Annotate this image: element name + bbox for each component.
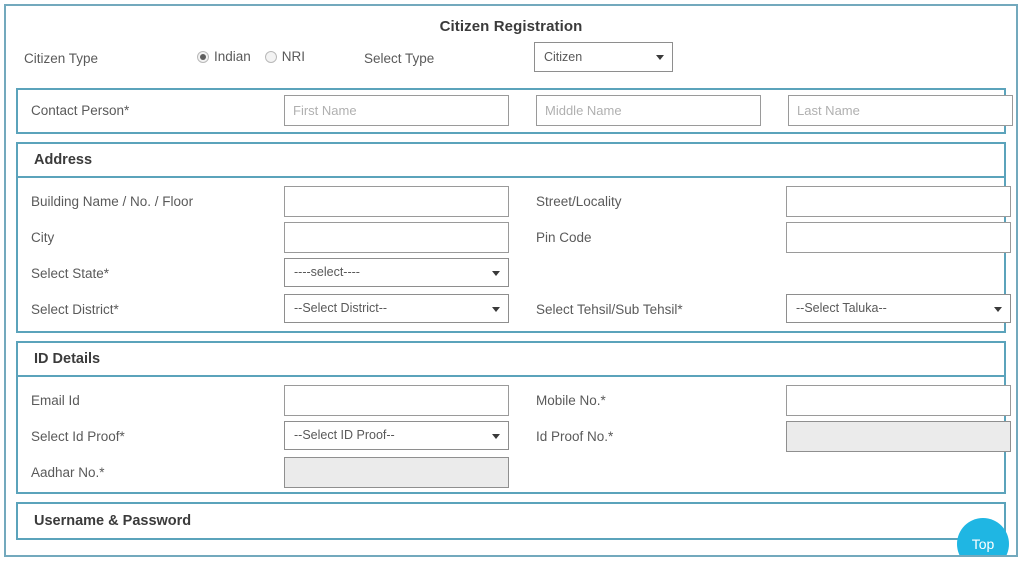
select-district-label: Select District*: [31, 302, 119, 317]
id-row-email: Email Id Mobile No.*: [18, 383, 1011, 419]
address-panel: Address Building Name / No. / Floor Stre…: [16, 142, 1011, 333]
mobile-no-input[interactable]: [786, 385, 1011, 416]
registration-form-container: Citizen Registration Citizen Type Indian…: [4, 4, 1018, 557]
radio-nri-label: NRI: [281, 49, 306, 64]
radio-option-indian[interactable]: Indian: [197, 49, 251, 64]
address-row-state: Select State* ----select----: [18, 256, 1004, 292]
select-type-label: Select Type: [364, 51, 435, 66]
id-details-panel-heading: ID Details: [18, 343, 1004, 377]
aadhar-no-label: Aadhar No.*: [31, 465, 105, 480]
contact-person-label: Contact Person*: [31, 103, 130, 118]
middle-name-input[interactable]: [536, 95, 761, 126]
select-state-dropdown[interactable]: ----select----: [284, 258, 509, 287]
select-state-label: Select State*: [31, 266, 110, 281]
contact-person-panel: Contact Person*: [16, 88, 1013, 134]
email-id-input[interactable]: [284, 385, 509, 416]
citizen-type-radio-group: Indian NRI: [197, 49, 305, 64]
select-id-proof-dropdown[interactable]: --Select ID Proof--: [284, 421, 509, 450]
address-row-city: City Pin Code: [18, 220, 1011, 256]
select-type-dropdown[interactable]: Citizen: [534, 42, 673, 72]
chevron-down-icon: [492, 433, 500, 439]
citizen-type-label: Citizen Type: [24, 51, 99, 66]
id-proof-no-input[interactable]: [786, 421, 1011, 452]
pin-code-label: Pin Code: [536, 230, 592, 245]
address-row-district: Select District* --Select District-- Sel…: [18, 292, 1011, 328]
contact-person-body: Contact Person*: [18, 90, 1013, 132]
select-tehsil-label: Select Tehsil/Sub Tehsil*: [536, 302, 683, 317]
select-state-value: ----select----: [294, 265, 360, 279]
street-locality-label: Street/Locality: [536, 194, 622, 209]
address-panel-heading: Address: [18, 144, 1004, 178]
chevron-down-icon: [656, 55, 664, 60]
citizen-type-row: Citizen Type Indian NRI Select Type Citi…: [6, 40, 1016, 88]
address-panel-body: Building Name / No. / Floor Street/Local…: [18, 178, 1011, 331]
building-name-label: Building Name / No. / Floor: [31, 194, 194, 209]
city-label: City: [31, 230, 55, 245]
id-row-aadhar: Aadhar No.*: [18, 455, 1004, 491]
id-row-proof: Select Id Proof* --Select ID Proof-- Id …: [18, 419, 1011, 455]
chevron-down-icon: [492, 270, 500, 276]
city-input[interactable]: [284, 222, 509, 253]
username-password-panel-heading: Username & Password: [34, 513, 192, 529]
pin-code-input[interactable]: [786, 222, 1011, 253]
chevron-down-icon: [492, 306, 500, 312]
select-district-value: --Select District--: [294, 301, 388, 315]
email-id-label: Email Id: [31, 393, 80, 408]
id-details-panel: ID Details Email Id Mobile No.* Select I…: [16, 341, 1011, 494]
radio-indian-icon[interactable]: [197, 50, 209, 63]
address-row-building: Building Name / No. / Floor Street/Local…: [18, 184, 1011, 220]
id-proof-no-label: Id Proof No.*: [536, 429, 614, 444]
select-id-proof-value: --Select ID Proof--: [294, 428, 395, 442]
select-tehsil-dropdown[interactable]: --Select Taluka--: [786, 294, 1011, 323]
radio-option-nri[interactable]: NRI: [264, 49, 306, 64]
select-district-dropdown[interactable]: --Select District--: [284, 294, 509, 323]
last-name-input[interactable]: [788, 95, 1013, 126]
first-name-input[interactable]: [284, 95, 509, 126]
radio-indian-label: Indian: [214, 49, 251, 64]
select-tehsil-value: --Select Taluka--: [796, 301, 887, 315]
building-name-input[interactable]: [284, 186, 509, 217]
radio-nri-icon[interactable]: [264, 50, 277, 63]
chevron-down-icon: [994, 306, 1002, 312]
mobile-no-label: Mobile No.*: [536, 393, 606, 408]
street-locality-input[interactable]: [786, 186, 1011, 217]
select-type-value: Citizen: [544, 50, 583, 64]
id-details-panel-body: Email Id Mobile No.* Select Id Proof* --…: [18, 377, 1011, 492]
username-password-panel: Username & Password: [16, 502, 1006, 540]
page-title: Citizen Registration: [439, 18, 583, 35]
aadhar-no-input[interactable]: [284, 457, 509, 488]
select-id-proof-label: Select Id Proof*: [31, 429, 125, 444]
